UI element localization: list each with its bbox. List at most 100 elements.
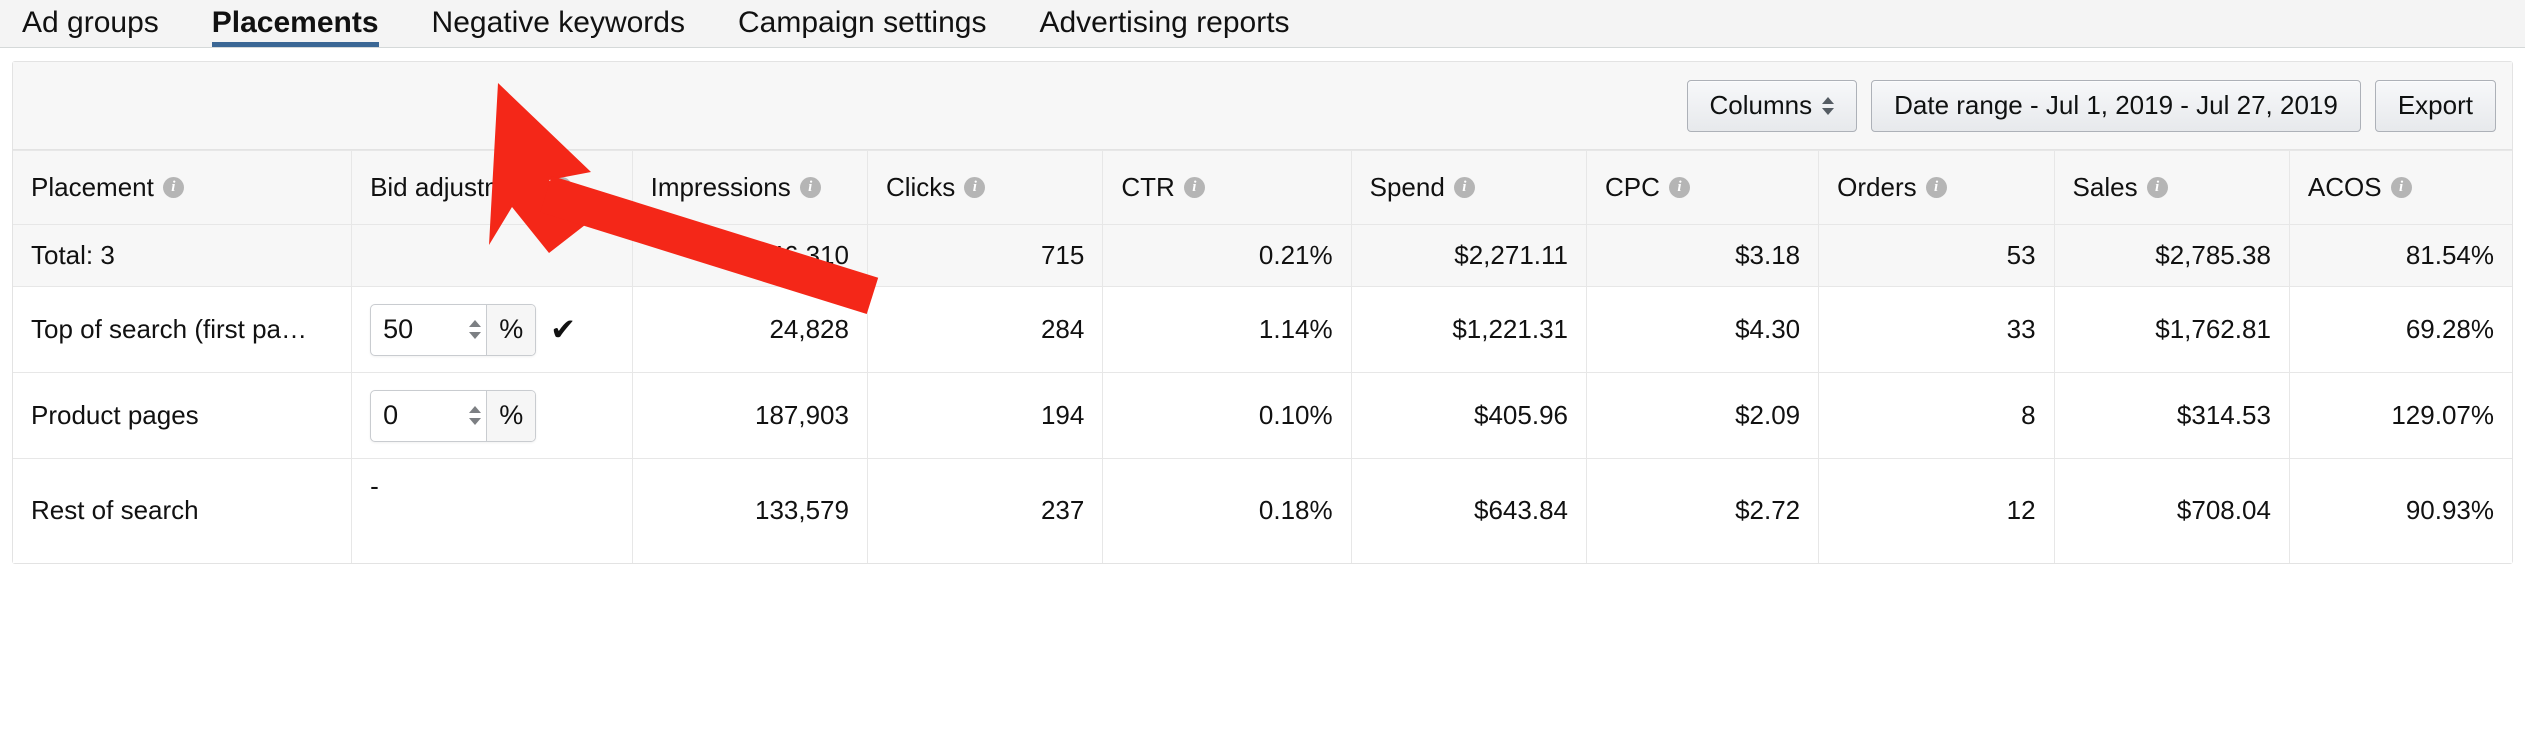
tab-placements[interactable]: Placements (211, 6, 379, 47)
total-label: Total: 3 (13, 224, 353, 287)
column-header-label: Spend (1369, 172, 1445, 202)
date-range-button[interactable]: Date range - Jul 1, 2019 - Jul 27, 2019 (1871, 79, 2361, 132)
bid-adjustment-cell: - (351, 458, 633, 563)
info-icon[interactable]: i (162, 177, 184, 198)
info-icon[interactable]: i (2146, 177, 2168, 198)
percent-suffix: % (486, 390, 536, 441)
sales-value: $314.53 (2054, 372, 2290, 459)
impressions-value: 187,903 (632, 372, 868, 459)
cpc-value: $4.30 (1586, 286, 1820, 373)
column-header-orders[interactable]: Orders i (1818, 150, 2055, 225)
info-icon[interactable]: i (1453, 177, 1475, 198)
table-row: Rest of search - 133,579 237 0.18% $643.… (13, 458, 2512, 563)
sales-value: $708.04 (2054, 458, 2290, 563)
column-header-ctr[interactable]: CTR i (1102, 150, 1352, 225)
columns-button[interactable]: Columns (1686, 79, 1858, 132)
total-bid-adjustment (351, 224, 633, 287)
stepper-arrows[interactable] (463, 305, 486, 355)
acos-value: 69.28% (2289, 286, 2512, 373)
tab-negative-keywords[interactable]: Negative keywords (432, 8, 685, 47)
acos-value: 90.93% (2289, 458, 2512, 563)
total-spend: $2,271.11 (1351, 224, 1588, 287)
info-icon[interactable]: i (1925, 177, 1947, 198)
ctr-value: 1.14% (1102, 286, 1352, 373)
tab-label: Placements (211, 6, 379, 39)
orders-value: 8 (1818, 372, 2055, 459)
info-icon[interactable]: i (2390, 177, 2412, 198)
export-button-label: Export (2397, 90, 2473, 120)
orders-value: 33 (1818, 286, 2055, 373)
column-header-label: CTR (1121, 172, 1175, 202)
export-button[interactable]: Export (2374, 79, 2496, 132)
column-header-sales[interactable]: Sales i (2054, 150, 2290, 225)
tab-bar: Ad groups Placements Negative keywords C… (0, 0, 2525, 48)
column-header-acos[interactable]: ACOS i (2289, 150, 2512, 225)
column-header-impressions[interactable]: Impressions i (632, 150, 868, 225)
tab-ad-groups[interactable]: Ad groups (22, 8, 159, 47)
chevron-up-icon[interactable] (468, 320, 481, 327)
spend-value: $1,221.31 (1351, 286, 1588, 373)
bid-adjustment-input[interactable] (371, 390, 464, 441)
tab-label: Campaign settings (737, 6, 987, 39)
clicks-value: 237 (867, 458, 1104, 563)
placement-name: Top of search (first pa… (13, 286, 353, 373)
column-header-bid-adjustment[interactable]: Bid adjustment i (351, 150, 633, 225)
tab-label: Negative keywords (431, 6, 685, 39)
stepper-arrows[interactable] (463, 391, 486, 441)
ctr-value: 0.18% (1102, 458, 1352, 563)
total-impressions: 346,310 (632, 224, 868, 287)
orders-value: 12 (1818, 458, 2055, 563)
spend-value: $405.96 (1351, 372, 1588, 459)
tab-campaign-settings[interactable]: Campaign settings (738, 8, 986, 47)
cpc-value: $2.72 (1586, 458, 1820, 563)
checkmark-icon[interactable]: ✔ (550, 314, 576, 345)
column-header-label: Clicks (885, 172, 956, 202)
placement-name: Product pages (13, 372, 353, 459)
column-header-cpc[interactable]: CPC i (1586, 150, 1820, 225)
clicks-value: 194 (867, 372, 1104, 459)
acos-value: 129.07% (2289, 372, 2512, 459)
total-sales: $2,785.38 (2054, 224, 2290, 287)
bid-adjustment-stepper[interactable]: % (370, 389, 537, 442)
chevron-down-icon[interactable] (468, 332, 481, 339)
info-icon[interactable]: i (799, 177, 821, 198)
bid-adjustment-control: % (370, 389, 614, 442)
table-header-row: Placement i Bid adjustment i Impressions i … (13, 150, 2512, 225)
info-icon[interactable]: i (1183, 177, 1205, 198)
total-ctr: 0.21% (1102, 224, 1352, 287)
bid-adjustment-stepper[interactable]: % (370, 303, 537, 356)
placement-name: Rest of search (13, 458, 353, 563)
chevron-up-icon[interactable] (468, 406, 481, 413)
total-cpc: $3.18 (1586, 224, 1820, 287)
sales-value: $1,762.81 (2054, 286, 2290, 373)
table-row: Top of search (first pa… % (13, 286, 2512, 373)
info-icon[interactable]: i (964, 177, 986, 198)
date-range-label: Date range - Jul 1, 2019 - Jul 27, 2019 (1894, 90, 2338, 120)
bid-adjustment-cell: % (351, 372, 633, 459)
column-header-label: Orders (1837, 172, 1917, 202)
page-root: Ad groups Placements Negative keywords C… (0, 0, 2525, 733)
clicks-value: 284 (867, 286, 1104, 373)
ctr-value: 0.10% (1102, 372, 1352, 459)
column-header-label: Placement (31, 172, 154, 202)
cpc-value: $2.09 (1586, 372, 1820, 459)
column-header-label: Bid adjustment (370, 172, 543, 202)
column-header-spend[interactable]: Spend i (1351, 150, 1588, 225)
sort-updown-icon (1822, 93, 1835, 119)
column-header-placement[interactable]: Placement i (13, 150, 353, 225)
info-icon[interactable]: i (551, 177, 573, 198)
column-header-clicks[interactable]: Clicks i (867, 150, 1104, 225)
tab-label: Ad groups (22, 6, 159, 39)
info-icon[interactable]: i (1668, 177, 1690, 198)
bid-adjustment-input[interactable] (371, 304, 464, 355)
columns-button-label: Columns (1709, 90, 1813, 120)
chevron-down-icon[interactable] (468, 418, 481, 425)
column-header-label: Sales (2072, 172, 2138, 202)
tab-advertising-reports[interactable]: Advertising reports (1039, 8, 1289, 47)
column-header-label: CPC (1605, 172, 1660, 202)
column-header-label: ACOS (2307, 172, 2382, 202)
total-clicks: 715 (867, 224, 1104, 287)
table-row: Product pages % (13, 372, 2512, 459)
placements-table: Placement i Bid adjustment i Impressions i … (13, 150, 2512, 563)
bid-adjustment-empty: - (370, 471, 379, 501)
